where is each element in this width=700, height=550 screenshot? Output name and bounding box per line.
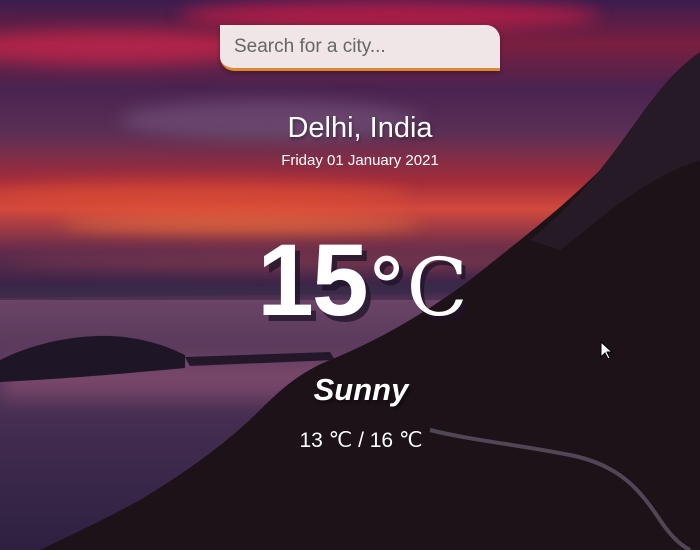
- mouse-pointer-icon: [600, 341, 614, 360]
- search-box: [220, 25, 500, 71]
- temperature-value: 15: [257, 223, 368, 337]
- temperature-display: 15°C: [0, 222, 700, 339]
- temperature-range: 13 ℃ / 16 ℃: [299, 429, 423, 452]
- city-search-input[interactable]: [220, 25, 500, 71]
- weather-condition: Sunny: [313, 372, 409, 407]
- weather-app: Delhi, India Friday 01 January 2021 15°C…: [0, 0, 700, 550]
- location-label: Delhi, India: [287, 112, 433, 144]
- temperature-unit: °C: [366, 241, 468, 334]
- date-label: Friday 01 January 2021: [281, 152, 439, 169]
